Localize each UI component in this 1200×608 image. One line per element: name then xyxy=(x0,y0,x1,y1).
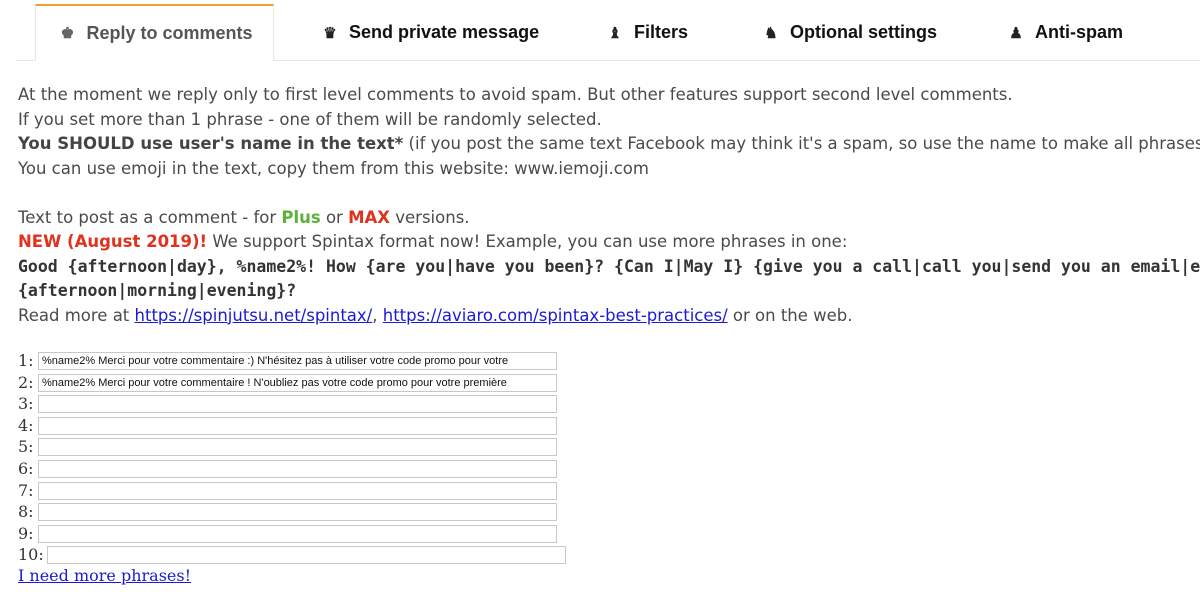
spintax-example-line-2: {afternoon|morning|evening}? xyxy=(18,279,1200,304)
phrase-row: 6: xyxy=(18,458,557,479)
read-more-prefix: Read more at xyxy=(18,305,135,325)
phrase-input-4[interactable] xyxy=(38,416,557,435)
versions-suffix: versions. xyxy=(390,207,470,227)
phrase-input-5[interactable] xyxy=(38,438,557,457)
chess-knight-icon: ♞ xyxy=(764,24,778,42)
spintax-example-line-1: Good {afternoon|day}, %name2%! How {are … xyxy=(18,255,1200,280)
tab-label: Anti-spam xyxy=(1035,22,1124,42)
tab-label: Reply to comments xyxy=(86,22,253,43)
phrase-number: 2: xyxy=(18,372,34,392)
read-more-comma: , xyxy=(372,305,383,325)
versions-prefix: Text to post as a comment - for xyxy=(18,207,282,227)
phrase-row: 7: xyxy=(18,480,557,501)
phrase-row: 2: xyxy=(18,372,557,393)
tab-bar: ♚ Reply to comments ♛ Send private messa… xyxy=(0,0,1200,61)
name-warning-detail: (if you post the same text Facebook may … xyxy=(403,134,1200,153)
phrase-row: 10: xyxy=(18,544,566,565)
spintax-example-text-2: {afternoon|morning|evening}? xyxy=(18,281,297,300)
phrase-input-9[interactable] xyxy=(38,524,557,543)
phrase-number: 6: xyxy=(18,459,34,478)
phrase-input-6[interactable] xyxy=(38,460,557,478)
plus-version-label: Plus xyxy=(281,207,321,227)
phrase-input-7[interactable] xyxy=(38,481,557,500)
read-more-suffix: or on the web. xyxy=(727,305,853,325)
intro-line-4: You can use emoji in the text, copy them… xyxy=(18,158,649,178)
name-warning: You SHOULD use user's name in the text* xyxy=(18,134,404,153)
phrase-row: 4: xyxy=(18,415,557,436)
more-phrases-link[interactable]: I need more phrases! xyxy=(18,566,191,585)
max-version-label: MAX xyxy=(348,207,391,227)
phrase-input-10[interactable] xyxy=(47,546,566,565)
intro-line-1: At the moment we reply only to first lev… xyxy=(18,85,1013,104)
spintax-announcement: NEW (August 2019)! We support Spintax fo… xyxy=(18,230,1200,255)
phrase-number: 7: xyxy=(18,480,34,500)
phrase-number: 10: xyxy=(18,545,44,565)
phrase-row: 1: xyxy=(18,350,557,371)
phrase-number: 8: xyxy=(18,502,34,522)
reply-settings-content: At the moment we reply only to first lev… xyxy=(18,83,1200,328)
intro-line-2: If you set more than 1 phrase - one of t… xyxy=(18,109,602,129)
versions-or: or xyxy=(320,207,349,227)
phrase-input-2[interactable] xyxy=(38,373,557,392)
tab-label: Optional settings xyxy=(790,22,938,42)
phrase-input-3[interactable] xyxy=(38,395,557,414)
tab-reply-to-comments[interactable]: ♚ Reply to comments xyxy=(35,4,274,61)
phrase-number: 5: xyxy=(18,437,34,457)
phrase-row: 9: xyxy=(18,523,557,544)
read-more-line: Read more at https://spinjutsu.net/spint… xyxy=(18,304,1200,329)
spintax-example-text-1: Good {afternoon|day}, %name2%! How {are … xyxy=(18,256,1200,276)
chess-pawn-icon: ♟ xyxy=(1009,24,1023,42)
phrase-input-8[interactable] xyxy=(38,503,557,522)
phrase-number: 9: xyxy=(18,523,34,543)
tab-label: Filters xyxy=(634,22,689,42)
new-badge: NEW (August 2019)! xyxy=(18,232,208,251)
tab-label: Send private message xyxy=(349,22,540,42)
phrase-number: 3: xyxy=(18,394,34,414)
tab-send-private-message[interactable]: ♛ Send private message xyxy=(319,4,539,61)
tab-anti-spam[interactable]: ♟ Anti-spam xyxy=(1005,4,1123,61)
phrase-row: 5: xyxy=(18,436,557,457)
chess-bishop-icon: ♝ xyxy=(608,24,622,42)
phrase-input-1[interactable] xyxy=(38,352,557,370)
tab-filters[interactable]: ♝ Filters xyxy=(604,4,688,61)
tab-optional-settings[interactable]: ♞ Optional settings xyxy=(760,4,937,61)
versions-line: Text to post as a comment - for Plus or … xyxy=(18,206,1200,231)
chess-queen-icon: ♛ xyxy=(323,24,337,42)
intro-line-3: You SHOULD use user's name in the text* … xyxy=(18,132,1200,157)
chess-king-icon: ♚ xyxy=(60,25,75,42)
aviaro-link[interactable]: https://aviaro.com/spintax-best-practice… xyxy=(383,306,728,325)
phrase-number: 4: xyxy=(18,415,34,435)
phrase-number: 1: xyxy=(18,351,34,370)
phrase-row: 3: xyxy=(18,393,557,414)
spintax-announcement-text: We support Spintax format now! Example, … xyxy=(207,232,848,251)
phrase-row: 8: xyxy=(18,501,557,522)
spinjutsu-link[interactable]: https://spinjutsu.net/spintax/ xyxy=(135,306,373,325)
